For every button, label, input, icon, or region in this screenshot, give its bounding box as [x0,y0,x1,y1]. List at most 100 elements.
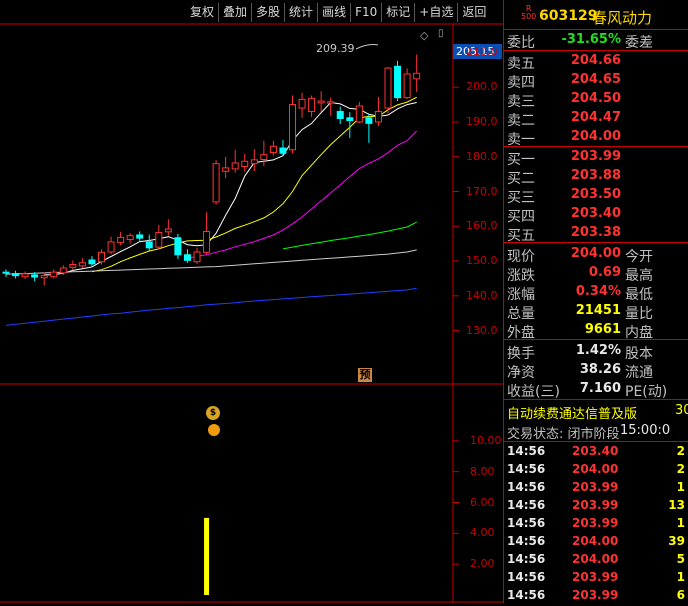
ma-line-ma120 [5,287,417,326]
subscription-days: 30 [675,403,688,418]
buys-row[interactable]: 买三 203.50 [504,186,688,206]
candle-body [241,160,249,167]
toolbar-button-0[interactable]: 复权 [186,3,218,22]
trade-qty: 13 [668,498,685,512]
quote-label2: 今开 [625,249,653,265]
buys-value: 203.50 [570,187,621,202]
trade-time: 14:56 [507,462,546,476]
candle-body [88,259,96,265]
divider [504,441,688,442]
quote-label: 涨幅 [507,287,535,303]
fund-value: 1.42% [575,343,621,358]
sells-row[interactable]: 卖五 204.66 [504,52,688,72]
sells-value: 204.50 [570,91,621,106]
peak-arrow [355,44,379,50]
sells-row[interactable]: 卖一 204.00 [504,128,688,148]
trade-qty: 1 [676,570,685,584]
fund-label: 收益(三) [507,384,560,400]
toolbar-button-2[interactable]: 多股 [251,3,284,22]
stock-code[interactable]: 603129 [539,8,597,24]
peak-price-label: 209.39 [316,42,355,55]
trade-row: 14:56 204.00 5 [504,552,688,570]
candle-body [31,274,39,278]
trade-time: 14:56 [507,570,546,584]
fund-label2: 流通 [625,365,653,381]
fund-row[interactable]: 收益(三) 7.160 PE(动) [504,380,688,400]
buys-row[interactable]: 买一 203.99 [504,148,688,168]
candle-body [279,147,287,154]
toolbar-button-8[interactable]: 返回 [457,3,490,22]
price-tick-label: 140.0 [466,288,498,302]
buys-row[interactable]: 买五 203.38 [504,224,688,244]
coin-icon[interactable] [208,424,220,436]
buys-row[interactable]: 买二 203.88 [504,167,688,187]
candle-body [193,251,201,263]
trade-qty: 5 [676,552,685,566]
stock-name[interactable]: 春风动力 [592,7,652,28]
toolbar-button-7[interactable]: +自选 [414,3,457,22]
trade-qty: 1 [676,516,685,530]
sells-row[interactable]: 卖三 204.50 [504,90,688,110]
chart-toolbar: 复权 叠加 多股 统计 画线 F10 标记 +自选 返回 [186,3,490,23]
fund-label2: PE(动) [625,384,668,400]
buys-value: 203.38 [570,225,621,240]
sells-row[interactable]: 卖四 204.65 [504,71,688,91]
candle-body [403,73,411,99]
trade-price: 204.00 [572,462,619,476]
volume-tick-label: 4.00 [470,526,495,540]
trade-price: 204.00 [572,534,619,548]
fund-row[interactable]: 净资 38.26 流通 [504,361,688,381]
kline-svg[interactable] [0,0,503,603]
quote-row[interactable]: 涨跌 0.69 最高 [504,264,688,284]
trade-qty: 1 [676,480,685,494]
weibi-label: 委比 [507,35,535,51]
buys-label: 买三 [507,190,535,206]
candle-body [12,273,20,277]
toolbar-button-4[interactable]: 画线 [317,3,350,22]
weibi-value: -31.65% [561,32,621,47]
quote-label: 涨跌 [507,268,535,284]
candle-body [413,72,421,80]
candle-body [136,234,144,239]
buys-row[interactable]: 买四 203.40 [504,205,688,225]
price-tick-label: 150.0 [466,254,498,268]
trade-price: 203.99 [572,588,619,602]
candle-body [384,67,392,109]
toolbar-button-5[interactable]: F10 [350,3,381,22]
quote-label: 总量 [507,306,535,322]
fund-label: 净资 [507,365,535,381]
candle-body [231,162,239,170]
divider [504,146,688,147]
trade-row: 14:56 203.99 13 [504,498,688,516]
trade-row: 14:56 203.99 6 [504,588,688,606]
subscription-notice[interactable]: 自动续费通达信普及版 30 [507,403,688,422]
toolbar-button-1[interactable]: 叠加 [218,3,251,22]
trade-status-time: 15:00:0 [620,423,671,438]
candle-body [250,159,258,165]
diamond-icon[interactable]: ◇ [420,29,428,42]
quote-row[interactable]: 总量 21451 量比 [504,302,688,322]
candle-body [155,232,163,248]
price-tick-label: 160.0 [466,219,498,233]
quote-row[interactable]: 现价 204.00 今开 [504,245,688,265]
candle-body [117,236,125,244]
candle-body [183,254,191,261]
expand-icon[interactable]: ▯ [438,28,444,39]
fund-label: 换手 [507,346,535,362]
moneybag-icon[interactable]: $ [206,406,220,420]
trade-row: 14:56 203.99 1 [504,570,688,588]
sells-row[interactable]: 卖二 204.47 [504,109,688,129]
candle-body [327,101,335,104]
kline-chart[interactable]: 复权 叠加 多股 统计 画线 F10 标记 +自选 返回 ◇ ▯ 209.39 205.15 预… [0,0,503,603]
price-tick-label: 200.0 [466,80,498,94]
quote-row[interactable]: 外盘 9661 内盘 [504,321,688,341]
toolbar-button-3[interactable]: 统计 [284,3,317,22]
trade-row: 14:56 203.40 2 [504,444,688,462]
buys-value: 203.99 [570,149,621,164]
quote-row[interactable]: 涨幅 0.34% 最低 [504,283,688,303]
ma-line-ma20 [187,130,418,259]
forecast-badge[interactable]: 预 [358,368,372,382]
sells-value: 204.00 [570,129,621,144]
toolbar-button-6[interactable]: 标记 [381,3,414,22]
fund-row[interactable]: 换手 1.42% 股本 [504,342,688,362]
